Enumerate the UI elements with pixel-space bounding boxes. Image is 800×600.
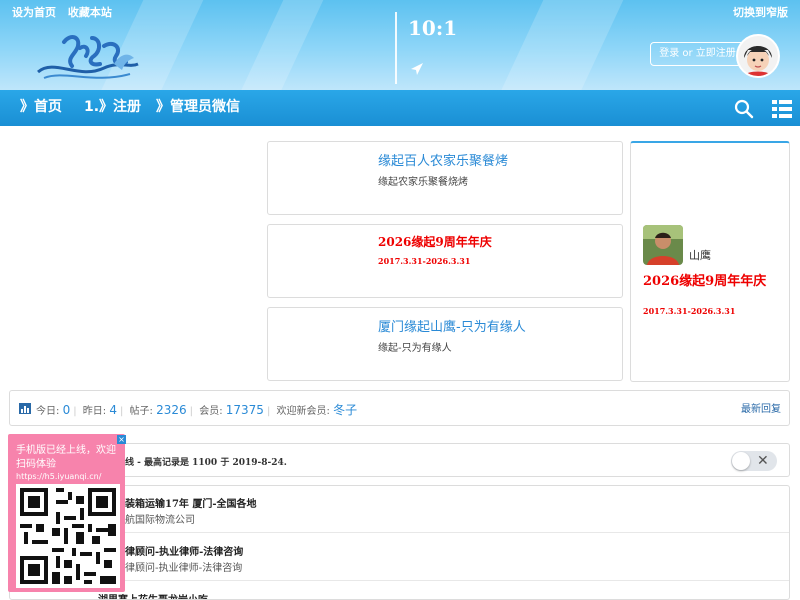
list-item[interactable]: 装箱运输17年 厦门-全国各地 航国际物流公司 [10, 486, 789, 533]
main-navbar: 》首页 1.》注册 》管理员微信 [0, 90, 800, 126]
thread-list: 装箱运输17年 厦门-全国各地 航国际物流公司 律顾问-执业律师-法律咨询 律顾… [9, 485, 790, 600]
header-divider [395, 12, 397, 84]
header-light-ray [487, 0, 633, 90]
qr-code-icon [16, 484, 120, 588]
online-members-bar: 线 - 最高记录是 1100 于 2019-8-24. [9, 443, 790, 477]
switch-narrow-link[interactable]: 切换到窄版 [733, 4, 788, 20]
set-homepage-link[interactable]: 设为首页 [12, 6, 56, 19]
grid-menu-icon[interactable] [772, 100, 792, 118]
stats-line: 今日: 0 | 昨日: 4 | 帖子: 2326 | 会员: 17375 | 欢迎新会员… [36, 401, 357, 418]
online-record-text: 线 - 最高记录是 1100 于 2019-8-24. [125, 458, 287, 468]
author-photo-icon [643, 225, 683, 265]
qr-url[interactable]: https://h5.iyuanqi.cn/ [16, 472, 122, 481]
featured-card[interactable]: 厦门缘起山鹰-只为有缘人 缘起-只为有缘人 [267, 307, 623, 381]
stats-separator: | [73, 406, 77, 417]
site-header: 设为首页 收藏本站 切换到窄版 10:1 登录 or 立即注册 [0, 0, 800, 90]
site-logo[interactable] [34, 28, 144, 84]
login-register-button[interactable]: 登录 or 立即注册 [650, 42, 745, 66]
card-subtitle: 缘起-只为有缘人 [378, 343, 452, 354]
yesterday-count: 4 [109, 403, 117, 417]
author-avatar[interactable] [643, 225, 683, 265]
qr-message: 手机版已经上线，欢迎扫码体验 [16, 445, 116, 470]
nav-home[interactable]: 》首页 [20, 90, 62, 126]
welcome-label: 欢迎新会员: [276, 406, 334, 417]
header-clock: 10:1 [408, 16, 458, 40]
card-title[interactable]: 缘起百人农家乐聚餐烤 [378, 150, 508, 169]
user-avatar[interactable] [736, 34, 780, 78]
card-subtitle: 2017.3.31-2026.3.31 [378, 256, 471, 266]
online-list-toggle[interactable]: ✕ [731, 451, 777, 471]
side-feature-card[interactable]: 山鹰 2026缘起9周年年庆 2017.3.31-2026.3.31 [630, 141, 790, 382]
members-count: 17375 [225, 403, 264, 417]
latest-reply-link[interactable]: 最新回复 [741, 400, 781, 415]
today-label: 今日: [36, 406, 63, 417]
forum-stats-bar: 今日: 0 | 昨日: 4 | 帖子: 2326 | 会员: 17375 | 欢迎新会员… [9, 390, 790, 426]
card-title[interactable]: 2026缘起9周年年庆 [378, 233, 492, 250]
stats-separator: | [189, 406, 194, 417]
posts-label: 帖子: [129, 406, 157, 417]
stats-separator: | [119, 406, 124, 417]
list-item-title[interactable]: 律顾问-执业律师-法律咨询 [125, 543, 765, 558]
card-title[interactable]: 厦门缘起山鹰-只为有缘人 [378, 316, 526, 335]
featured-card[interactable]: 2026缘起9周年年庆 2017.3.31-2026.3.31 [267, 224, 623, 298]
new-member-link[interactable]: 冬子 [333, 403, 357, 417]
author-name[interactable]: 山鹰 [689, 247, 711, 263]
list-item-title[interactable]: 湖里塞上花生哥龙岩小吃 [98, 591, 738, 599]
stats-separator: | [266, 406, 271, 417]
list-item[interactable]: 湖里塞上花生哥龙岩小吃 [10, 582, 789, 599]
search-icon[interactable] [734, 99, 754, 119]
toggle-knob [732, 452, 750, 470]
nav-admin-wechat[interactable]: 》管理员微信 [156, 90, 240, 126]
nav-register[interactable]: 1.》注册 [84, 90, 141, 126]
avatar-face-icon [738, 36, 778, 76]
header-light-ray [227, 0, 333, 90]
featured-card[interactable]: 缘起百人农家乐聚餐烤 缘起农家乐聚餐烧烤 [267, 141, 623, 215]
list-item[interactable]: 律顾问-执业律师-法律咨询 律顾问-执业律师-法律咨询 [10, 534, 789, 581]
bar-chart-icon [19, 403, 31, 414]
close-popup-button[interactable]: × [117, 435, 126, 444]
list-item-title[interactable]: 装箱运输17年 厦门-全国各地 [125, 495, 765, 510]
bookmark-link[interactable]: 收藏本站 [68, 6, 112, 19]
side-card-dates: 2017.3.31-2026.3.31 [643, 306, 736, 316]
list-item-subtitle: 律顾问-执业律师-法律咨询 [125, 563, 243, 574]
yesterday-label: 昨日: [82, 406, 110, 417]
side-card-title[interactable]: 2026缘起9周年年庆 [643, 270, 766, 289]
mobile-qr-popup: × 手机版已经上线，欢迎扫码体验 https://h5.iyuanqi.cn/ [8, 434, 126, 592]
members-label: 会员: [199, 406, 226, 417]
posts-count: 2326 [156, 403, 187, 417]
location-arrow-icon [411, 63, 423, 75]
card-subtitle: 缘起农家乐聚餐烧烤 [378, 177, 468, 188]
today-count: 0 [62, 403, 71, 417]
close-icon: ✕ [757, 453, 769, 469]
top-links: 设为首页 收藏本站 [12, 4, 120, 20]
list-item-subtitle: 航国际物流公司 [125, 515, 195, 526]
